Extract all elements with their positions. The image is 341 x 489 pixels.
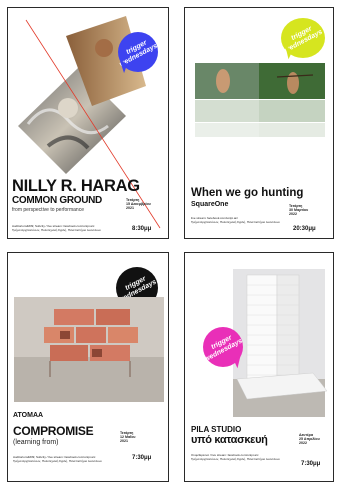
studio-name: PILA STUDIO [191,425,242,434]
event-year: 2021 [120,439,128,444]
poster-when-we-go-hunting: trigger wednesdays When we go hunting Squ… [184,7,334,239]
venue-info: Auditorium&#39; Subcity / live stream: f… [13,455,113,463]
event-year: 2022 [289,212,297,217]
studio-name: SquareOne [191,201,229,208]
lecture-title: When we go hunting [191,187,304,199]
venue-info: Auditorium&#39; Subcity / live stream: f… [12,224,112,232]
studio-name: ATOMAA [13,412,44,419]
event-year: 2022 [299,441,307,446]
event-time: 8:30μμ [132,226,152,232]
event-date: Δευτέρα 25 Απριλίου 2022 [299,433,320,446]
lecture-title: COMPROMISE [13,424,94,438]
poster-nilly-harag: trigger wednesdays NILLY R. HARAG COMMON … [7,7,169,239]
speaker-name: NILLY R. HARAG [12,177,140,195]
venue-line-2: Τμήμα Αρχιτεκτόνων, Πολυτεχνική Σχολή, Π… [13,459,102,463]
poster-atomaa-compromise: trigger wednesdays ATOMAA COMPROMISE (lea… [7,252,169,482]
event-date: Τετάρτη 30 Μαρτίου 2022 [289,204,308,217]
event-time: 7:30μμ [132,455,152,461]
lecture-title: υπό κατασκευή [191,434,268,446]
lecture-tagline: (learning from) [13,439,59,446]
event-date: Τετάρτη 12 Μαΐου 2021 [120,431,135,444]
artwork-hunting-photos [195,63,325,137]
venue-line-2: Τμήμα Αρχιτεκτόνων, Πολυτεχνική Σχολή, Π… [191,220,280,224]
artwork-brick-model [14,297,164,402]
event-time: 20:30μμ [293,226,316,232]
venue-info: Ονομ/Ερευνα / live stream: facebook.com/… [191,453,281,461]
event-date: Τετάρτη 15 Δεκεμβρίου 2021 [126,198,151,211]
venue-line-2: Τμήμα Αρχιτεκτόνων, Πολυτεχνική Σχολή, Π… [191,457,280,461]
lecture-tagline: from perspective to performance [12,207,84,213]
event-time: 7:30μμ [301,461,321,467]
venue-info: live stream: facebook.com/unipi.arc Τμήμ… [191,216,281,224]
lecture-title: COMMON GROUND [12,195,102,206]
venue-line-2: Τμήμα Αρχιτεκτόνων, Πολυτεχνική Σχολή, Π… [12,228,101,232]
poster-pila-studio: trigger wednesdays PILA STUDIO υπό κατασκ… [184,252,334,482]
event-year: 2021 [126,206,134,211]
